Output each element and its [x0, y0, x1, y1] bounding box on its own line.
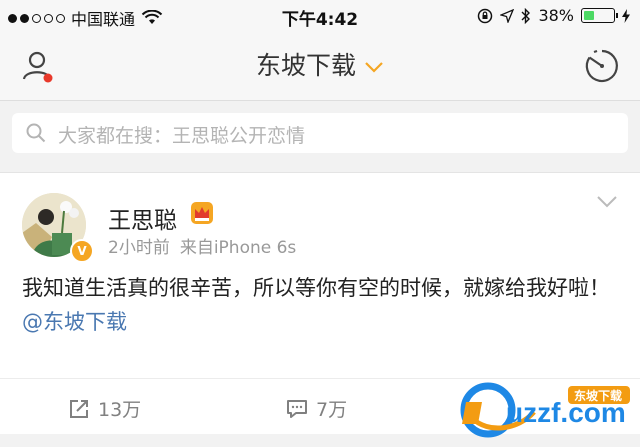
radar-icon	[585, 49, 618, 83]
lock-rotation-icon	[478, 8, 493, 23]
mention-link[interactable]: @东坡下载	[22, 310, 127, 334]
post-body: 我知道生活真的很辛苦，所以等你有空的时候，就嫁给我好啦！	[22, 276, 610, 300]
comment-button[interactable]: 7万	[286, 395, 347, 422]
comment-count: 7万	[316, 399, 348, 421]
chevron-down-icon	[365, 62, 383, 73]
status-right: 38%	[477, 6, 630, 25]
nav-title: 东坡下载	[255, 51, 356, 80]
search-placeholder: 大家都在搜：王思聪公开恋情	[58, 125, 306, 147]
watermark-logo: uzzf.com 东坡下载	[460, 382, 630, 438]
bluetooth-icon	[521, 7, 531, 24]
watermark-badge: 东坡下载	[574, 388, 622, 403]
nav-title-dropdown[interactable]: 东坡下载	[0, 46, 640, 82]
post-meta: 2小时前 来自iPhone 6s	[108, 233, 296, 258]
comment-icon	[287, 399, 307, 418]
radar-button[interactable]	[584, 48, 620, 84]
search-area: 大家都在搜：王思聪公开恋情	[0, 101, 640, 167]
status-bar: 中国联通 下午4:42 38%	[0, 0, 640, 32]
nav-bar: 东坡下载	[0, 32, 640, 101]
repost-button[interactable]: 13万	[68, 395, 141, 422]
repost-icon	[70, 399, 88, 418]
location-icon	[500, 8, 515, 23]
verified-icon: V	[70, 239, 94, 263]
crown-icon	[191, 202, 213, 224]
post-source: 来自iPhone 6s	[179, 238, 297, 258]
search-icon	[26, 123, 46, 143]
repost-count: 13万	[98, 399, 142, 421]
charging-icon	[622, 8, 630, 23]
post-text: 我知道生活真的很辛苦，所以等你有空的时候，就嫁给我好啦！ @东坡下载	[22, 271, 622, 339]
battery-percent: 38%	[538, 6, 574, 25]
battery-icon	[581, 8, 618, 23]
search-input[interactable]: 大家都在搜：王思聪公开恋情	[12, 113, 628, 153]
post-time: 2小时前	[108, 238, 170, 258]
author-name[interactable]: 王思聪	[108, 201, 177, 235]
chevron-down-icon[interactable]	[596, 195, 618, 209]
